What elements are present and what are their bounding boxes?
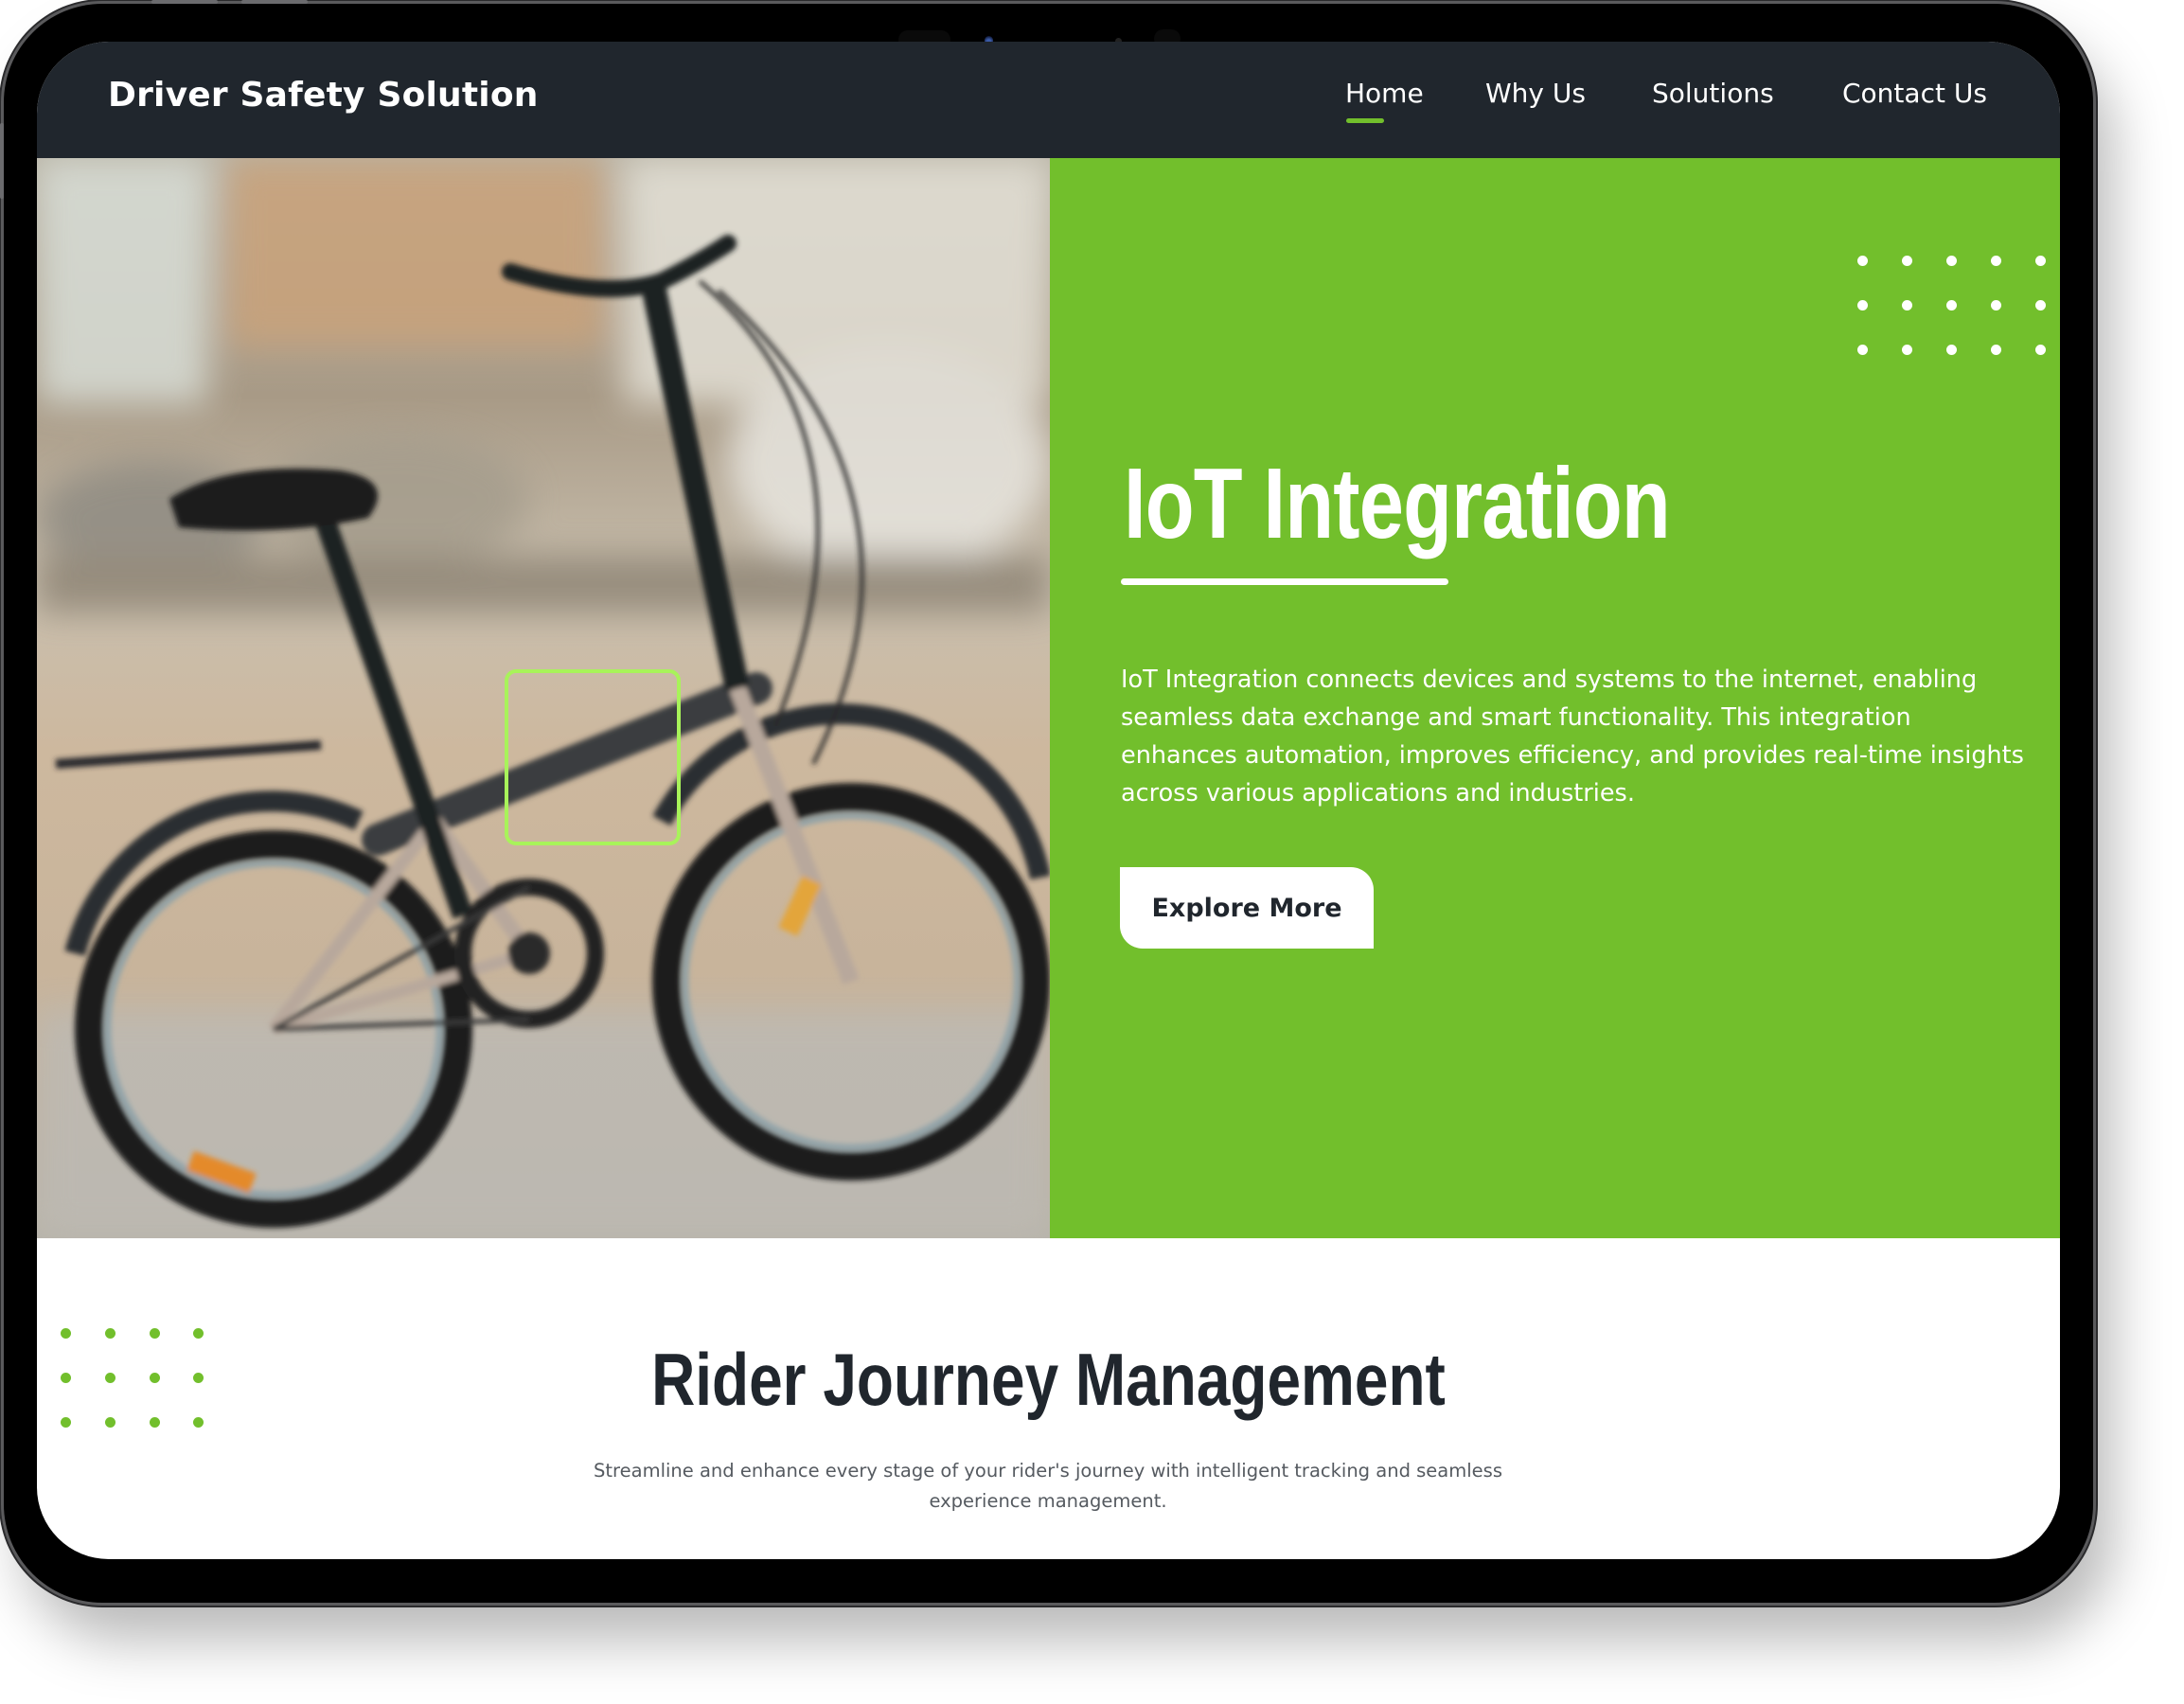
decorative-dot bbox=[2035, 345, 2046, 355]
hero-section: IoT Integration IoT Integration connects… bbox=[37, 158, 2060, 1238]
hero-bicycle-image bbox=[37, 158, 1050, 1238]
section-heading-text: Rider Journey Management bbox=[651, 1338, 1446, 1421]
decorative-dot bbox=[1991, 256, 2001, 266]
decorative-dot bbox=[1857, 300, 1868, 311]
decorative-dot bbox=[2035, 300, 2046, 311]
decorative-dot bbox=[1902, 300, 1912, 311]
decorative-dot bbox=[1946, 256, 1957, 266]
active-nav-indicator bbox=[1346, 118, 1384, 123]
device-button bbox=[241, 0, 308, 4]
iot-sensor-highlight-box bbox=[505, 669, 681, 845]
main-nav: Home Why Us Solutions Contact Us bbox=[37, 78, 2060, 134]
decorative-dot bbox=[1946, 345, 1957, 355]
nav-item-label: Solutions bbox=[1652, 78, 1774, 109]
decorative-dot bbox=[1857, 345, 1868, 355]
screen: Driver Safety Solution Home Why Us Solut… bbox=[37, 42, 2060, 1559]
decorative-dot bbox=[1946, 300, 1957, 311]
decorative-dot bbox=[1902, 256, 1912, 266]
nav-item-label: Home bbox=[1345, 78, 1424, 109]
decorative-dot bbox=[1991, 300, 2001, 311]
decorative-dot bbox=[1902, 345, 1912, 355]
nav-item-home[interactable]: Home bbox=[1345, 78, 1424, 123]
nav-item-contact-us[interactable]: Contact Us bbox=[1842, 78, 1987, 109]
explore-more-button[interactable]: Explore More bbox=[1120, 867, 1374, 949]
section-subtitle: Streamline and enhance every stage of yo… bbox=[594, 1460, 1502, 1512]
device-side-button bbox=[0, 123, 4, 199]
hero-description: IoT Integration connects devices and sys… bbox=[1121, 666, 2024, 808]
decorative-dot bbox=[1857, 256, 1868, 266]
nav-item-label: Why Us bbox=[1485, 78, 1586, 109]
hero-content-panel: IoT Integration IoT Integration connects… bbox=[1050, 158, 2060, 1238]
nav-item-solutions[interactable]: Solutions bbox=[1652, 78, 1774, 109]
decorative-dot bbox=[2035, 256, 2046, 266]
nav-item-why-us[interactable]: Why Us bbox=[1485, 78, 1586, 109]
hero-title: IoT Integration bbox=[1124, 448, 1671, 559]
device-button bbox=[151, 0, 218, 4]
title-underline bbox=[1121, 578, 1448, 585]
nav-item-label: Contact Us bbox=[1842, 78, 1987, 109]
section-heading: Rider Journey Management bbox=[37, 1337, 2060, 1423]
decorative-dot bbox=[1991, 345, 2001, 355]
site-header: Driver Safety Solution Home Why Us Solut… bbox=[37, 42, 2060, 158]
